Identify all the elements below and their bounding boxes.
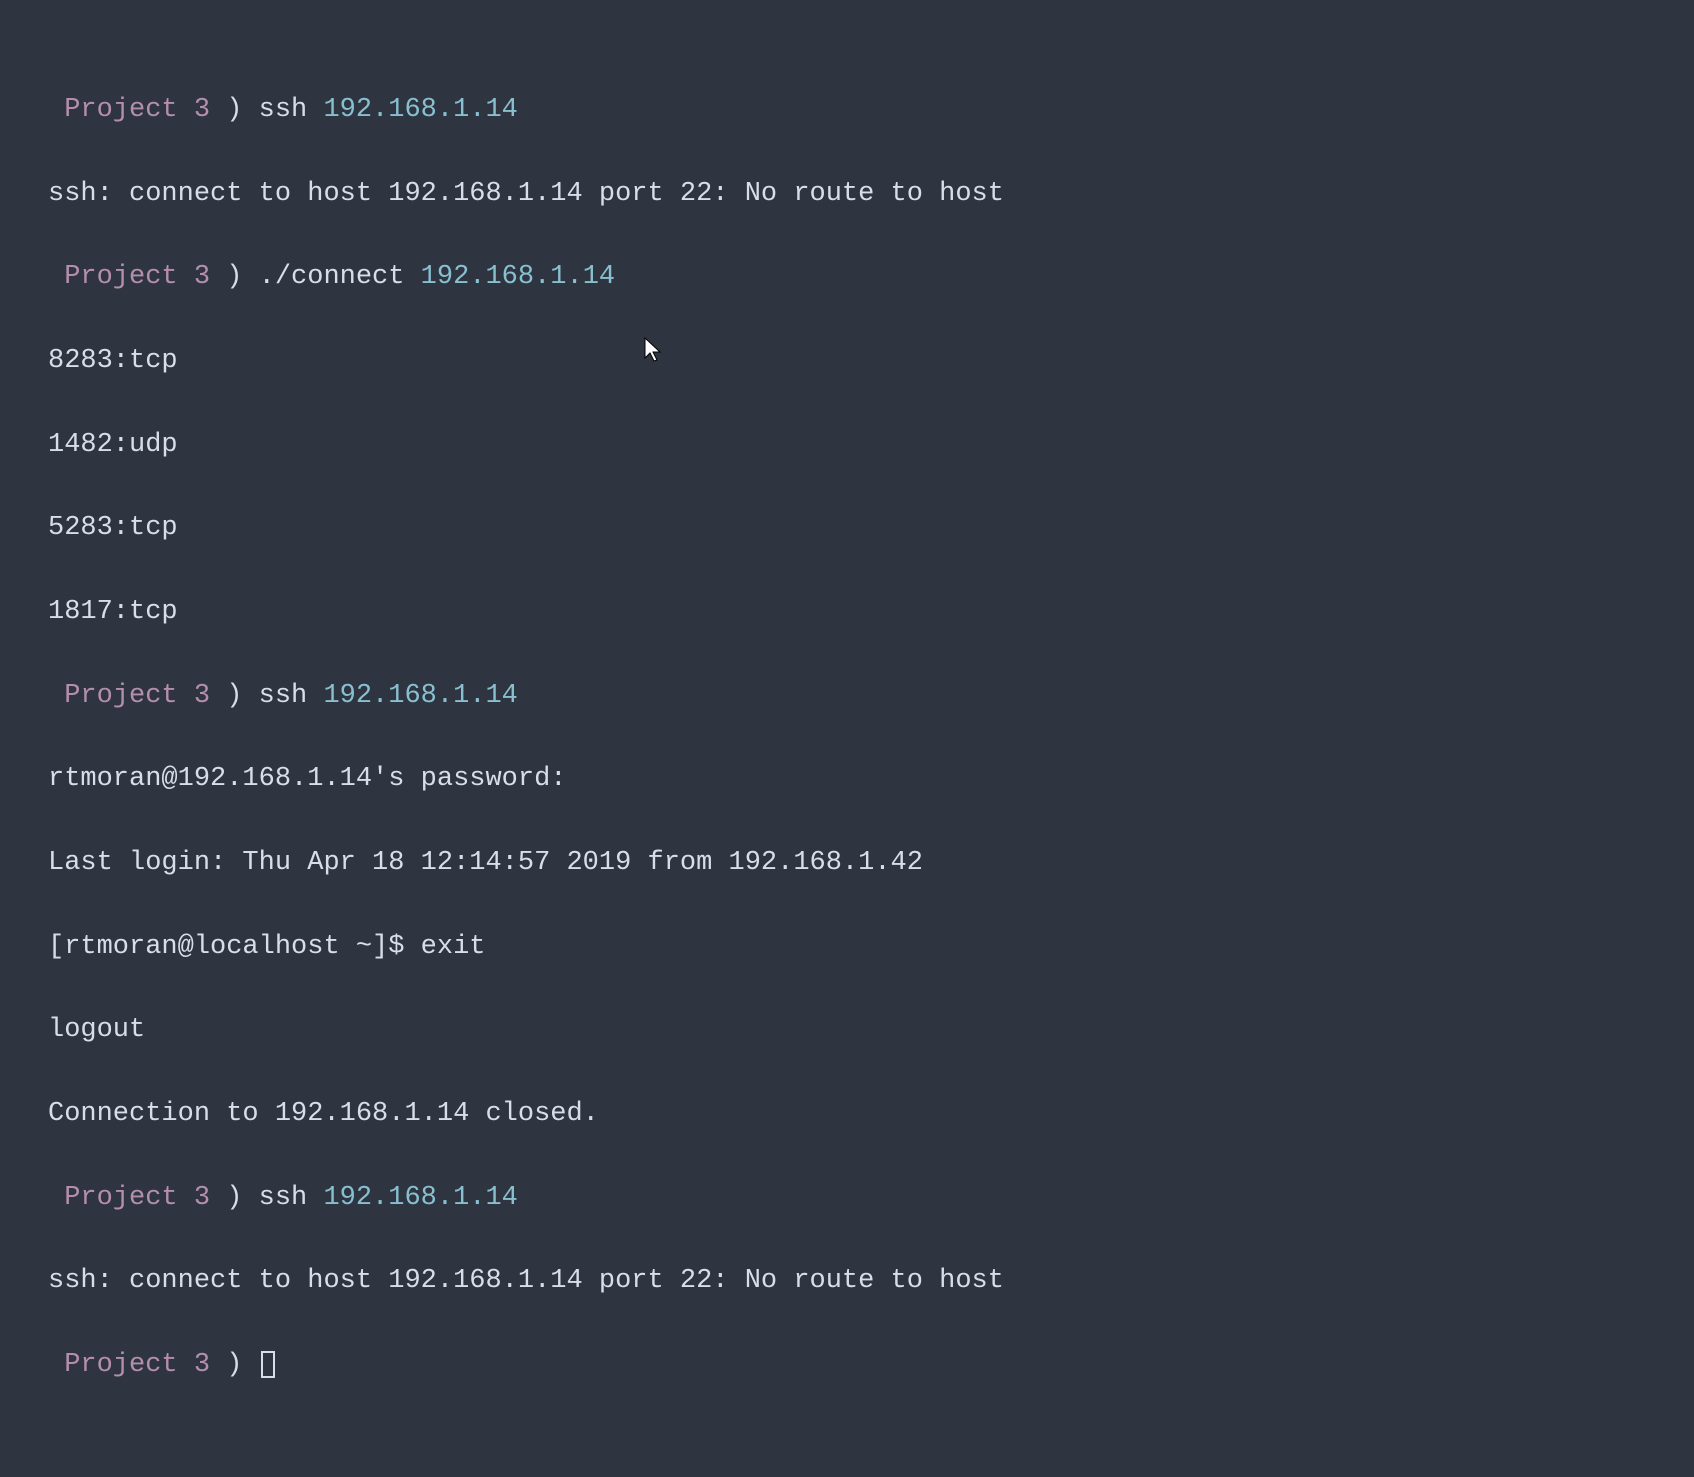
prompt-separator: ) [226,262,242,292]
prompt-separator: ) [226,95,242,125]
terminal-output-line: logout [48,1010,1646,1052]
command-text: ssh [259,681,308,711]
terminal-output[interactable]: Project 3 ) ssh 192.168.1.14 ssh: connec… [48,48,1646,1429]
prompt-directory: Project 3 [64,1183,210,1213]
command-text: ssh [259,1183,308,1213]
terminal-output-line: 1482:udp [48,425,1646,467]
prompt-directory: Project 3 [64,262,210,292]
terminal-cursor[interactable] [261,1351,275,1378]
prompt-separator: ) [226,681,242,711]
command-text: ./connect [259,262,405,292]
terminal-output-line: ssh: connect to host 192.168.1.14 port 2… [48,174,1646,216]
ip-argument: 192.168.1.14 [323,1183,517,1213]
terminal-line: Project 3 ) [48,1345,1646,1387]
ip-argument: 192.168.1.14 [421,262,615,292]
terminal-line: Project 3 ) ./connect 192.168.1.14 [48,257,1646,299]
terminal-output-line: Last login: Thu Apr 18 12:14:57 2019 fro… [48,843,1646,885]
prompt-separator: ) [226,1350,242,1380]
terminal-output-line: 8283:tcp [48,341,1646,383]
terminal-output-line: rtmoran@192.168.1.14's password: [48,759,1646,801]
ip-argument: 192.168.1.14 [323,95,517,125]
terminal-line: Project 3 ) ssh 192.168.1.14 [48,90,1646,132]
terminal-output-line: [rtmoran@localhost ~]$ exit [48,927,1646,969]
terminal-line: Project 3 ) ssh 192.168.1.14 [48,1178,1646,1220]
terminal-output-line: 5283:tcp [48,508,1646,550]
prompt-directory: Project 3 [64,95,210,125]
ip-argument: 192.168.1.14 [323,681,517,711]
prompt-directory: Project 3 [64,681,210,711]
terminal-output-line: Connection to 192.168.1.14 closed. [48,1094,1646,1136]
prompt-separator: ) [226,1183,242,1213]
terminal-line: Project 3 ) ssh 192.168.1.14 [48,676,1646,718]
command-text: ssh [259,95,308,125]
terminal-output-line: ssh: connect to host 192.168.1.14 port 2… [48,1261,1646,1303]
terminal-output-line: 1817:tcp [48,592,1646,634]
prompt-directory: Project 3 [64,1350,210,1380]
